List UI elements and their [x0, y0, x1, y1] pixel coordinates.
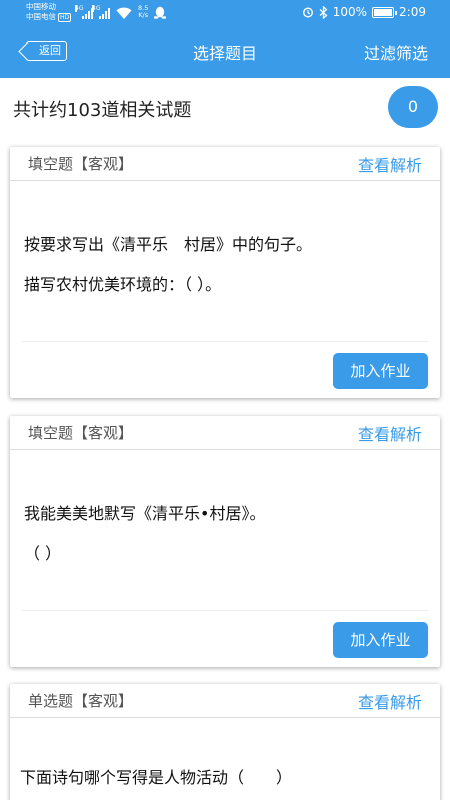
divider	[22, 610, 428, 611]
filter-button[interactable]: 过滤筛选	[364, 40, 428, 64]
signal-icon: 4G	[92, 5, 110, 19]
question-text: 描写农村优美环境的：（ ）。	[24, 275, 222, 294]
bluetooth-icon	[319, 5, 328, 19]
card-header: 填空题【客观】 查看解析	[10, 416, 440, 450]
alarm-icon	[302, 7, 313, 18]
question-text: 我能美美地默写《清平乐•村居》。	[24, 504, 266, 523]
question-text: （ ）	[24, 544, 62, 563]
status-right: 100% 2:09	[302, 5, 426, 19]
divider	[22, 341, 428, 342]
selected-count-badge[interactable]: 0	[388, 86, 438, 128]
question-type: 填空题【客观】	[28, 424, 134, 442]
battery-icon	[372, 6, 398, 18]
question-card: 单选题【客观】 查看解析 下面诗句哪个写得是人物活动（ ）	[10, 684, 440, 800]
card-header: 单选题【客观】 查看解析	[10, 684, 440, 718]
question-count-text: 共计约103道相关试题	[13, 100, 192, 121]
card-header: 填空题【客观】 查看解析	[10, 147, 440, 181]
qq-icon	[154, 6, 167, 19]
carrier-1: 中国移动	[26, 2, 56, 11]
carrier-info: 中国移动 中国电信 HD	[26, 2, 72, 22]
wifi-icon	[116, 7, 132, 19]
network-type-1: 4G	[75, 5, 84, 12]
add-to-homework-button[interactable]: 加入作业	[333, 622, 428, 658]
nav-bar: 返回 选择题目 过滤筛选	[0, 26, 450, 78]
question-text: 下面诗句哪个写得是人物活动（ ）	[20, 768, 293, 787]
question-card: 填空题【客观】 查看解析 按要求写出《清平乐 村居》中的句子。 描写农村优美环境…	[10, 147, 440, 398]
question-card: 填空题【客观】 查看解析 我能美美地默写《清平乐•村居》。 （ ） 加入作业	[10, 416, 440, 667]
network-type-2: 4G	[92, 5, 101, 12]
question-text: 按要求写出《清平乐 村居》中的句子。	[24, 235, 313, 254]
signal-group: 4G 4G 8.5 K/s	[75, 4, 167, 19]
view-analysis-link[interactable]: 查看解析	[358, 689, 422, 713]
status-bar: 中国移动 中国电信 HD 4G 4G 8.5 K/s 100% 2:09	[0, 0, 450, 26]
network-speed: 8.5 K/s	[138, 4, 149, 19]
view-analysis-link[interactable]: 查看解析	[358, 152, 422, 176]
battery-percent: 100%	[332, 5, 368, 19]
question-type: 填空题【客观】	[28, 155, 134, 173]
view-analysis-link[interactable]: 查看解析	[358, 421, 422, 445]
add-to-homework-button[interactable]: 加入作业	[333, 353, 428, 389]
question-type: 单选题【客观】	[28, 692, 134, 710]
carrier-2: 中国电信	[26, 12, 56, 21]
status-time: 2:09	[399, 5, 426, 19]
hd-badge: HD	[58, 13, 72, 22]
